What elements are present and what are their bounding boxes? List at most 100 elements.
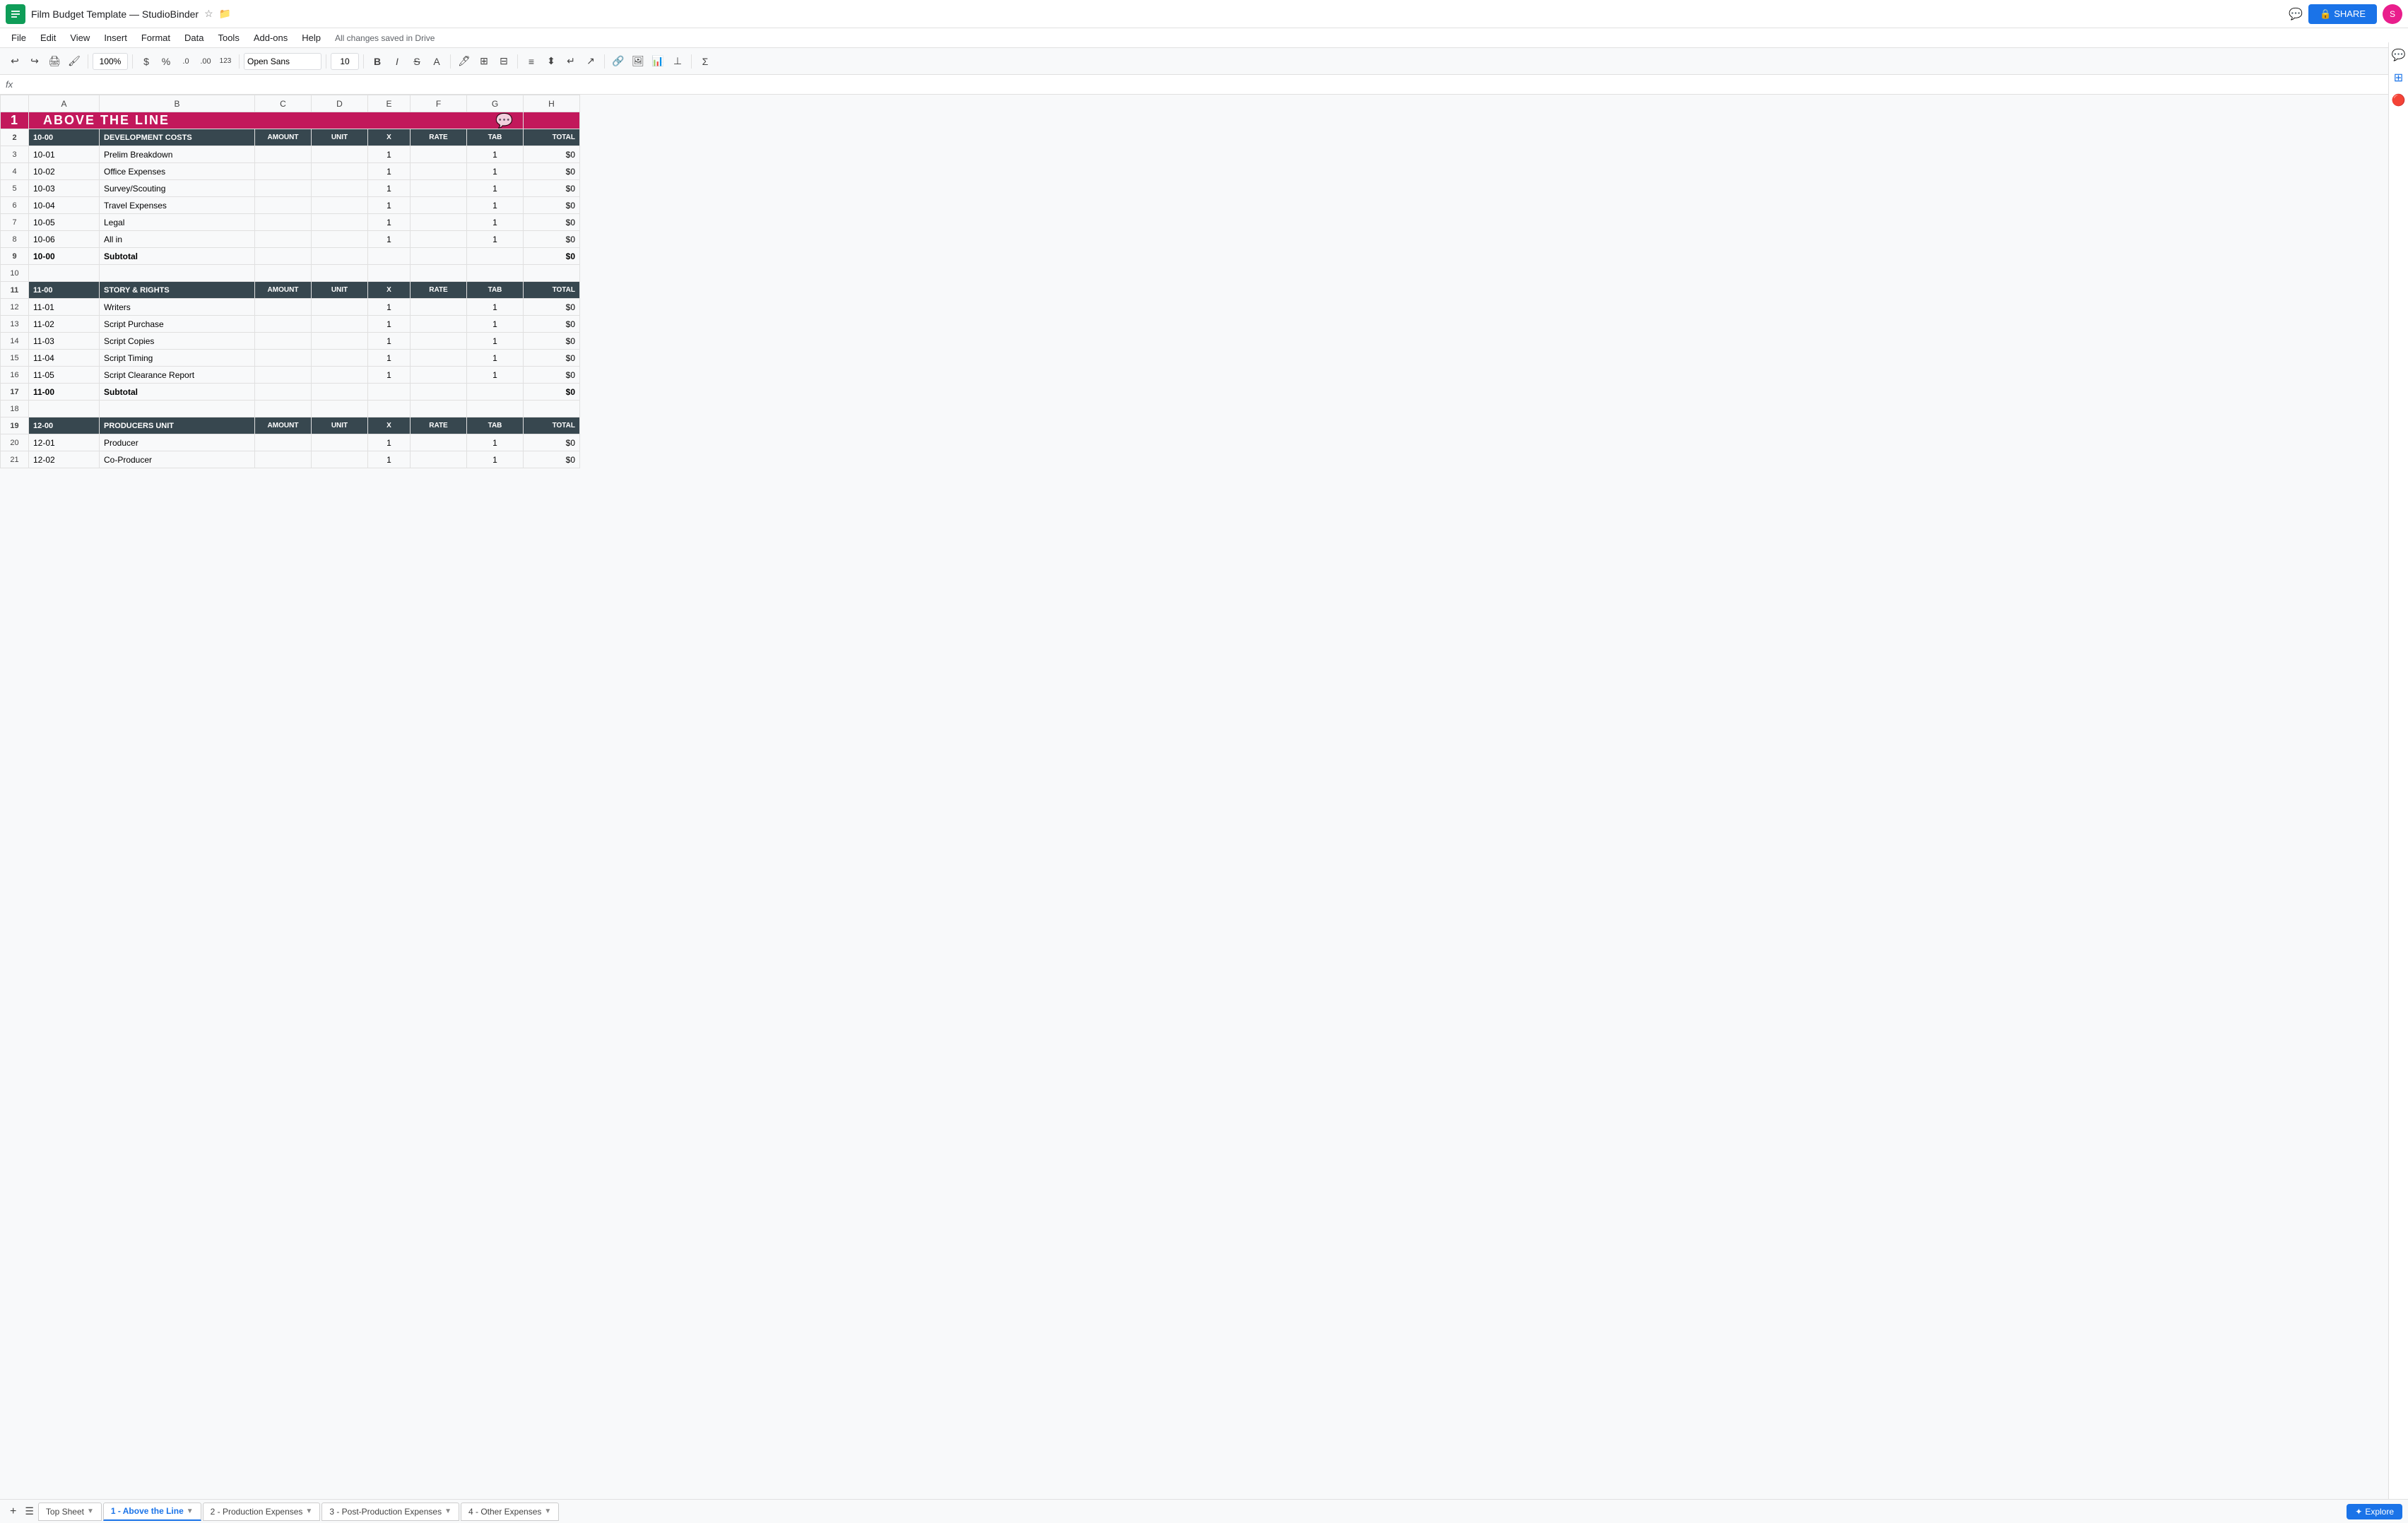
right-panel-icon-2[interactable]: ⊞: [2394, 71, 2403, 85]
col-header-h[interactable]: H: [524, 95, 580, 112]
decimal-less-button[interactable]: .0: [177, 52, 195, 71]
font-size-input[interactable]: [331, 53, 359, 70]
name-11-02[interactable]: Script Purchase: [100, 316, 255, 333]
rate-10-05[interactable]: [411, 214, 467, 231]
empty-d-18[interactable]: [312, 401, 368, 417]
x-10-05[interactable]: 1: [368, 214, 411, 231]
code-10-02[interactable]: 10-02: [29, 163, 100, 180]
strikethrough-button[interactable]: S: [408, 52, 426, 71]
amount-11-05[interactable]: [255, 367, 312, 384]
rate-10-04[interactable]: [411, 197, 467, 214]
col-header-b[interactable]: B: [100, 95, 255, 112]
empty-h-18[interactable]: [524, 401, 580, 417]
code-11-01[interactable]: 11-01: [29, 299, 100, 316]
code-10-01[interactable]: 10-01: [29, 146, 100, 163]
empty-f-10[interactable]: [411, 265, 467, 282]
amount-12-02[interactable]: [255, 451, 312, 468]
tab-11-01[interactable]: 1: [467, 299, 524, 316]
subtotal-amount-10-00[interactable]: [255, 248, 312, 265]
x-10-04[interactable]: 1: [368, 197, 411, 214]
tab-post-production-expenses[interactable]: 3 - Post-Production Expenses ▼: [321, 1503, 459, 1521]
empty-e-18[interactable]: [368, 401, 411, 417]
menu-format[interactable]: Format: [136, 31, 176, 45]
unit-10-02[interactable]: [312, 163, 368, 180]
code-12-01[interactable]: 12-01: [29, 434, 100, 451]
col-header-d[interactable]: D: [312, 95, 368, 112]
total-11-03[interactable]: $0: [524, 333, 580, 350]
code-11-05[interactable]: 11-05: [29, 367, 100, 384]
tab-11-04[interactable]: 1: [467, 350, 524, 367]
comment-icon[interactable]: 💬: [2289, 7, 2303, 21]
percent-button[interactable]: %: [157, 52, 175, 71]
zoom-input[interactable]: [93, 53, 128, 70]
unit-10-04[interactable]: [312, 197, 368, 214]
total-11-04[interactable]: $0: [524, 350, 580, 367]
link-button[interactable]: 🔗: [609, 52, 627, 71]
x-10-01[interactable]: 1: [368, 146, 411, 163]
unit-10-01[interactable]: [312, 146, 368, 163]
subtotal-x-11-00[interactable]: [368, 384, 411, 401]
subtotal-tab-10-00[interactable]: [467, 248, 524, 265]
total-10-02[interactable]: $0: [524, 163, 580, 180]
rate-10-02[interactable]: [411, 163, 467, 180]
text-color-button[interactable]: A: [427, 52, 446, 71]
tab-10-02[interactable]: 1: [467, 163, 524, 180]
tab-11-02[interactable]: 1: [467, 316, 524, 333]
empty-b-18[interactable]: [100, 401, 255, 417]
section-code-10-00[interactable]: 10-00: [29, 129, 100, 146]
unit-11-03[interactable]: [312, 333, 368, 350]
right-panel-icon-3[interactable]: 🔴: [2392, 93, 2406, 107]
name-10-01[interactable]: Prelim Breakdown: [100, 146, 255, 163]
x-11-03[interactable]: 1: [368, 333, 411, 350]
empty-e-10[interactable]: [368, 265, 411, 282]
unit-12-02[interactable]: [312, 451, 368, 468]
subtotal-rate-10-00[interactable]: [411, 248, 467, 265]
tab-12-02[interactable]: 1: [467, 451, 524, 468]
name-10-05[interactable]: Legal: [100, 214, 255, 231]
empty-g-18[interactable]: [467, 401, 524, 417]
wrap-button[interactable]: ↵: [562, 52, 580, 71]
col-header-g[interactable]: G: [467, 95, 524, 112]
name-12-01[interactable]: Producer: [100, 434, 255, 451]
total-10-04[interactable]: $0: [524, 197, 580, 214]
menu-data[interactable]: Data: [179, 31, 209, 45]
unit-11-04[interactable]: [312, 350, 368, 367]
empty-g-10[interactable]: [467, 265, 524, 282]
name-12-02[interactable]: Co-Producer: [100, 451, 255, 468]
subtotal-unit-11-00[interactable]: [312, 384, 368, 401]
x-12-02[interactable]: 1: [368, 451, 411, 468]
amount-10-04[interactable]: [255, 197, 312, 214]
highlight-button[interactable]: 🖊: [455, 52, 473, 71]
code-10-04[interactable]: 10-04: [29, 197, 100, 214]
rate-12-02[interactable]: [411, 451, 467, 468]
rate-12-01[interactable]: [411, 434, 467, 451]
currency-button[interactable]: $: [137, 52, 155, 71]
section-code-11-00[interactable]: 11-00: [29, 282, 100, 299]
star-icon[interactable]: ☆: [204, 8, 213, 20]
x-12-01[interactable]: 1: [368, 434, 411, 451]
amount-11-03[interactable]: [255, 333, 312, 350]
section-name-10-00[interactable]: DEVELOPMENT COSTS: [100, 129, 255, 146]
amount-10-05[interactable]: [255, 214, 312, 231]
paint-format-button[interactable]: 🖌: [65, 52, 83, 71]
formula-input[interactable]: [18, 78, 2402, 92]
subtotal-rate-11-00[interactable]: [411, 384, 467, 401]
unit-10-03[interactable]: [312, 180, 368, 197]
subtotal-tab-11-00[interactable]: [467, 384, 524, 401]
rate-10-01[interactable]: [411, 146, 467, 163]
total-10-06[interactable]: $0: [524, 231, 580, 248]
name-11-03[interactable]: Script Copies: [100, 333, 255, 350]
empty-a-10[interactable]: [29, 265, 100, 282]
tab-10-06[interactable]: 1: [467, 231, 524, 248]
subtotal-x-10-00[interactable]: [368, 248, 411, 265]
borders-button[interactable]: ⊞: [475, 52, 493, 71]
total-11-01[interactable]: $0: [524, 299, 580, 316]
amount-11-04[interactable]: [255, 350, 312, 367]
code-11-02[interactable]: 11-02: [29, 316, 100, 333]
subtotal-code-10-00[interactable]: 10-00: [29, 248, 100, 265]
chart-button[interactable]: 📊: [649, 52, 667, 71]
name-10-06[interactable]: All in: [100, 231, 255, 248]
rate-11-04[interactable]: [411, 350, 467, 367]
name-10-04[interactable]: Travel Expenses: [100, 197, 255, 214]
subtotal-total-11-00[interactable]: $0: [524, 384, 580, 401]
